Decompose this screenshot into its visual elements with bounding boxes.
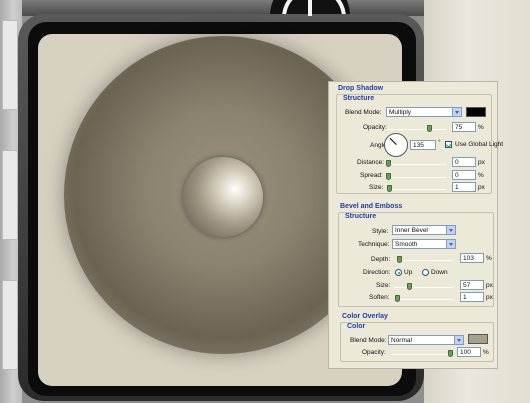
direction-label: Direction: — [363, 269, 391, 276]
style-select[interactable]: Inner Bevel — [392, 225, 456, 235]
left-tab — [2, 20, 18, 110]
shadow-color-swatch[interactable] — [466, 107, 486, 117]
use-global-light-checkbox[interactable] — [445, 141, 452, 148]
distance-input[interactable]: 0 — [452, 157, 476, 167]
use-global-light-label: Use Global Light — [455, 141, 504, 148]
bevel-structure-heading: Structure — [345, 213, 377, 220]
size-unit: px — [478, 184, 485, 191]
opacity-slider[interactable] — [386, 125, 446, 132]
depth-slider[interactable] — [395, 256, 453, 263]
direction-down-radio[interactable] — [422, 269, 429, 276]
distance-unit: px — [478, 159, 485, 166]
slider-thumb[interactable] — [407, 283, 412, 290]
angle-dial[interactable] — [384, 133, 408, 157]
color-heading: Color — [347, 323, 366, 330]
spread-unit: % — [478, 172, 484, 179]
overlay-opacity-unit: % — [483, 349, 489, 356]
depth-label: Depth: — [371, 256, 391, 263]
technique-select[interactable]: Smooth — [392, 239, 456, 249]
chevron-down-icon — [446, 240, 455, 248]
slider-thumb[interactable] — [395, 295, 400, 302]
overlay-opacity-input[interactable]: 100 — [457, 347, 481, 357]
direction-up-radio[interactable] — [395, 269, 402, 276]
overlay-blend-mode-label: Blend Mode: — [350, 337, 387, 344]
opacity-label: Opacity: — [363, 124, 387, 131]
slider-thumb[interactable] — [427, 125, 433, 132]
left-tab — [2, 150, 18, 240]
blend-mode-value: Multiply — [389, 109, 412, 116]
bevel-size-label: Size: — [376, 282, 391, 289]
spread-label: Spread: — [360, 172, 383, 179]
angle-unit: ° — [438, 139, 441, 146]
size-label: Size: — [369, 184, 384, 191]
direction-up-label: Up — [404, 269, 413, 276]
slider-thumb[interactable] — [397, 256, 402, 263]
blend-mode-select[interactable]: Multiply — [386, 107, 462, 117]
blend-mode-label: Blend Mode: — [345, 109, 382, 116]
bevel-size-input[interactable]: 57 — [460, 280, 484, 290]
chevron-down-icon — [446, 226, 455, 234]
overlay-opacity-slider[interactable] — [391, 350, 453, 357]
soften-input[interactable]: 1 — [460, 292, 484, 302]
bevel-size-slider[interactable] — [395, 283, 453, 290]
bevel-size-unit: px — [486, 282, 493, 289]
style-label: Style: — [372, 228, 389, 235]
slider-thumb[interactable] — [386, 173, 391, 180]
spread-input[interactable]: 0 — [452, 170, 476, 180]
soften-slider[interactable] — [395, 295, 453, 302]
color-overlay-title: Color Overlay — [342, 313, 388, 320]
size-slider[interactable] — [386, 185, 446, 192]
angle-input[interactable]: 135 — [410, 140, 436, 150]
drop-shadow-title: Drop Shadow — [338, 85, 384, 92]
overlay-blend-mode-value: Normal — [391, 337, 412, 344]
spread-slider[interactable] — [386, 173, 446, 180]
distance-slider[interactable] — [386, 160, 446, 167]
depth-input[interactable]: 103 — [460, 253, 484, 263]
distance-label: Distance: — [357, 159, 385, 166]
center-knob — [183, 157, 263, 237]
chevron-down-icon — [454, 336, 463, 344]
overlay-blend-mode-select[interactable]: Normal — [388, 335, 464, 345]
opacity-input[interactable]: 75 — [452, 122, 476, 132]
size-input[interactable]: 1 — [452, 182, 476, 192]
technique-value: Smooth — [395, 241, 418, 248]
bevel-emboss-title: Bevel and Emboss — [340, 203, 403, 210]
left-tab — [2, 280, 18, 370]
drop-shadow-structure-heading: Structure — [343, 95, 375, 102]
slider-thumb[interactable] — [448, 350, 453, 357]
direction-down-label: Down — [431, 269, 448, 276]
opacity-unit: % — [478, 124, 484, 131]
depth-unit: % — [486, 255, 492, 262]
technique-label: Technique: — [358, 241, 390, 248]
angle-hand — [389, 137, 397, 145]
chevron-down-icon — [452, 108, 461, 116]
overlay-color-swatch[interactable] — [468, 334, 488, 344]
soften-label: Soften: — [369, 294, 390, 301]
soften-unit: px — [486, 294, 493, 301]
style-value: Inner Bevel — [395, 227, 428, 234]
slider-thumb[interactable] — [386, 160, 391, 167]
slider-thumb[interactable] — [387, 185, 392, 192]
overlay-opacity-label: Opacity: — [362, 349, 386, 356]
